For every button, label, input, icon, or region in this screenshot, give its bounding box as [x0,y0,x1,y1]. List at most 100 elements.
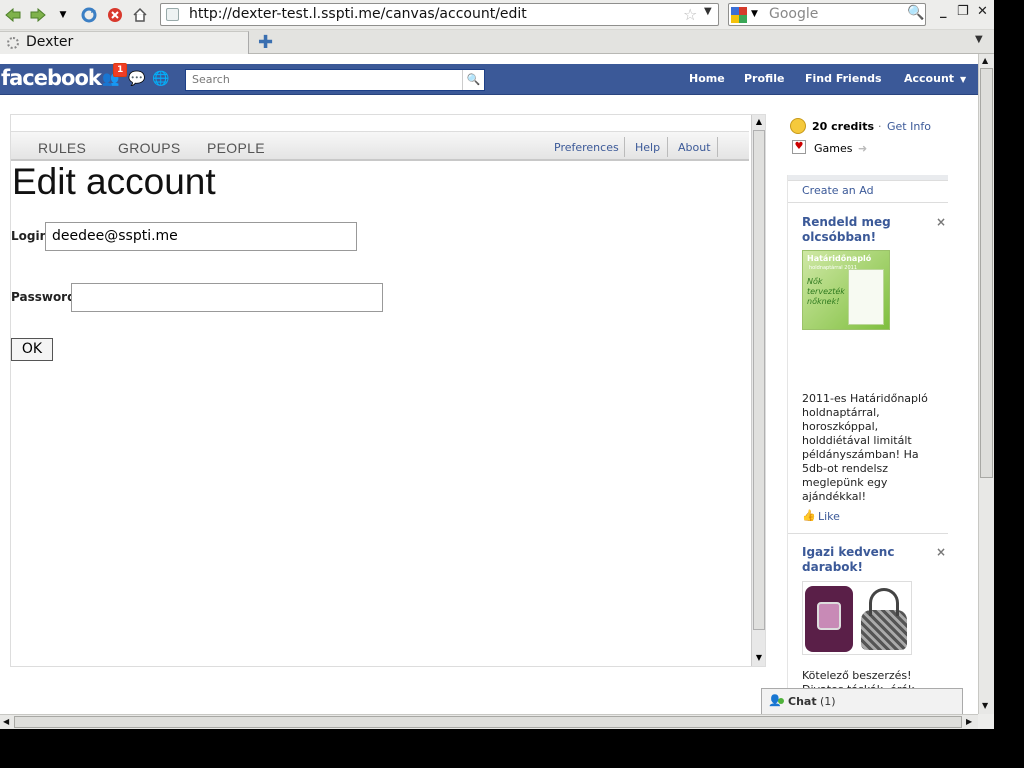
url-dropdown-icon[interactable]: ▼ [704,6,712,17]
ad-1-close-icon[interactable]: × [936,215,946,229]
facebook-search-placeholder[interactable]: Search [192,73,230,86]
page-viewport: facebook 👥 1 💬 🌐 Search 🔍 Home Profile F… [0,54,978,714]
tab-title: Dexter [26,34,74,50]
canvas-scrollbar[interactable]: ▲ ▼ [751,115,765,666]
ad-2-handbag-handle [869,588,899,616]
app-nav-help[interactable]: Help [635,141,660,154]
page-title: Edit account [12,161,216,202]
loading-spinner-icon [7,37,19,49]
app-navbar: RULES GROUPS PEOPLE Preferences Help Abo… [11,131,749,161]
scroll-left-icon[interactable]: ◀ [3,717,9,726]
nav-home[interactable]: Home [689,72,725,85]
ad-1-title[interactable]: Rendeld meg olcsóbban! [802,215,922,245]
forward-button[interactable] [29,6,47,24]
tab-dexter[interactable]: Dexter [0,31,249,54]
nav-divider [624,137,625,157]
browser-search-placeholder[interactable]: Google [769,6,818,22]
app-nav-about[interactable]: About [678,141,711,154]
home-button[interactable] [131,6,149,24]
scroll-down-icon[interactable]: ▼ [982,701,988,710]
browser-toolbar: ▼ http://dexter-test.l.sspti.me/canvas/a… [0,0,994,30]
app-nav-rules[interactable]: RULES [38,140,86,156]
back-button[interactable] [4,6,22,24]
credits-coin-icon [790,118,806,134]
page-horizontal-scrollbar[interactable]: ◀ ▶ [0,714,978,729]
get-info-link[interactable]: Get Info [887,120,931,133]
nav-profile[interactable]: Profile [744,72,784,85]
browser-window: ▼ http://dexter-test.l.sspti.me/canvas/a… [0,0,994,729]
ad-divider [788,533,948,534]
search-icon[interactable]: 🔍 [462,70,484,90]
restore-icon[interactable]: ❐ [957,4,969,19]
chevron-down-icon: ▼ [59,10,67,20]
site-identity-icon[interactable] [166,8,179,21]
chat-label[interactable]: Chat [788,695,817,708]
notification-badge[interactable]: 1 [113,63,128,77]
create-ad-link[interactable]: Create an Ad [802,184,874,197]
credits-separator: · [878,120,882,133]
forward-arrow-icon [30,8,46,22]
ad-divider [788,202,948,203]
close-window-icon[interactable]: ✕ [977,4,988,19]
ad-1-image-title: Határidőnapló [807,254,872,263]
app-nav-people[interactable]: PEOPLE [207,140,265,156]
address-bar[interactable]: http://dexter-test.l.sspti.me/canvas/acc… [160,3,719,26]
ad-2-image[interactable] [802,581,912,655]
chat-count[interactable]: (1) [820,695,836,708]
account-caret-icon[interactable]: ▼ [960,75,966,84]
scroll-right-icon[interactable]: ▶ [966,717,972,726]
nav-divider [717,137,718,157]
page-vertical-scrollbar[interactable]: ▲ ▼ [978,54,994,714]
ok-button[interactable]: OK [11,338,53,361]
new-tab-icon[interactable]: ✚ [258,32,273,53]
scroll-up-arrow-icon[interactable]: ▲ [752,115,765,129]
page-vertical-thumb[interactable] [980,68,993,478]
facebook-logo[interactable]: facebook [1,66,102,90]
password-input[interactable] [71,283,383,312]
scroll-up-icon[interactable]: ▲ [982,56,988,65]
login-label: Login [11,229,49,243]
ad-2-close-icon[interactable]: × [936,545,946,559]
nav-divider [667,137,668,157]
reload-button[interactable] [80,6,98,24]
games-arrow-icon: ➜ [858,142,868,155]
ad-1-like[interactable]: Like [818,510,840,523]
games-icon: ♥ [792,140,806,154]
notifications-globe-icon[interactable]: 🌐 [152,71,169,87]
ad-1-image[interactable]: Határidőnapló holdnaptárral 2011 Nők ter… [802,250,890,330]
stop-icon [108,8,122,22]
facebook-search-input[interactable]: Search 🔍 [185,69,485,91]
url-text[interactable]: http://dexter-test.l.sspti.me/canvas/acc… [189,6,527,22]
thumbs-up-icon[interactable]: 👍 [802,509,816,522]
reload-icon [81,7,97,23]
google-engine-icon[interactable] [731,7,747,23]
messages-icon[interactable]: 💬 [128,71,145,87]
ad-2-handbag-photo [861,610,907,650]
games-link[interactable]: Games [814,142,852,155]
back-arrow-icon [5,8,21,22]
ad-1-body: 2011-es Határidőnapló holdnaptárral, hor… [802,392,928,503]
login-input[interactable]: deedee@sspti.me [45,222,357,251]
ad-2-watch-face [817,602,841,630]
scroll-down-arrow-icon[interactable]: ▼ [752,651,765,665]
history-dropdown-button[interactable]: ▼ [54,6,72,24]
app-nav-groups[interactable]: GROUPS [118,140,180,156]
nav-account[interactable]: Account [904,72,954,85]
chat-bar[interactable]: 👤 Chat (1) [761,688,963,714]
canvas-scroll-thumb[interactable] [753,130,765,630]
bookmark-star-icon[interactable]: ☆ [683,5,697,24]
magnifier-icon[interactable]: 🔍 [907,5,924,21]
page-horizontal-thumb[interactable] [14,716,962,728]
credits-count: 20 credits [812,120,874,133]
browser-search-box[interactable]: ▼ Google 🔍 [728,3,926,26]
ad-1-image-slogan: Nők tervezték nőknek! [807,277,845,306]
stop-button[interactable] [106,6,124,24]
nav-find-friends[interactable]: Find Friends [805,72,882,85]
ad-1-book-cover [848,269,884,325]
ad-2-title[interactable]: Igazi kedvenc darabok! [802,545,922,575]
app-nav-preferences[interactable]: Preferences [554,141,619,154]
search-engine-dropdown-icon[interactable]: ▼ [751,9,758,19]
minimize-icon[interactable]: _ [940,4,947,19]
tab-list-dropdown-icon[interactable]: ▼ [975,34,983,45]
password-label: Password [11,290,76,304]
